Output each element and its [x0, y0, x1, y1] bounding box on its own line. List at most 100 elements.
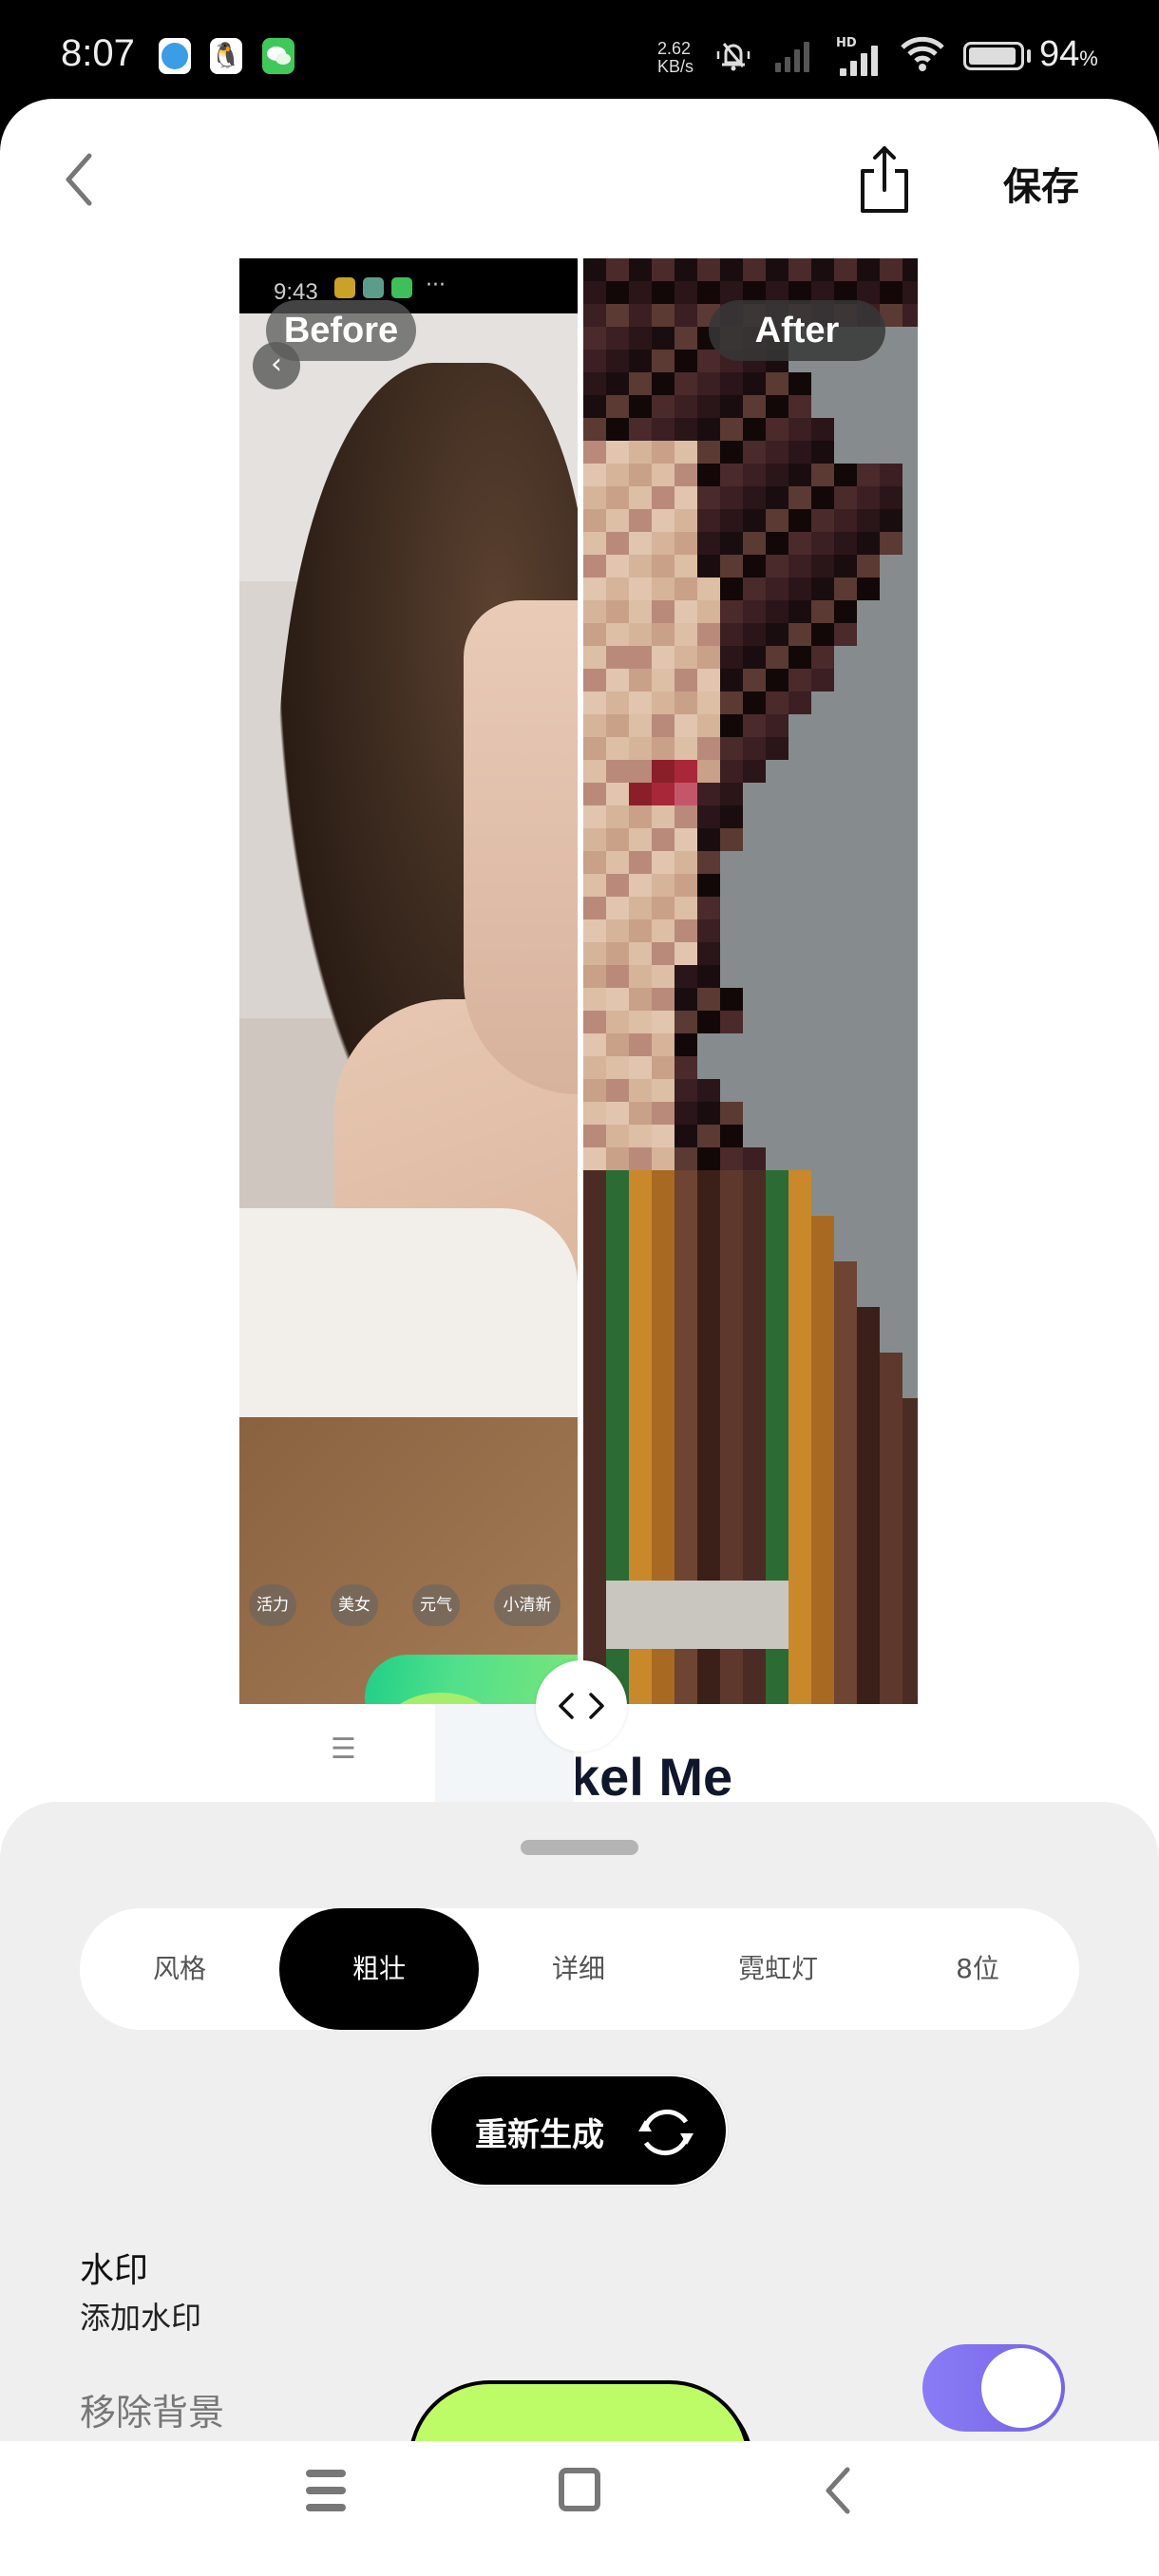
pixel-cell — [766, 1603, 788, 1626]
pixel-cell — [766, 646, 788, 669]
pixel-cell — [606, 258, 629, 281]
before-tag: 元气 — [412, 1584, 460, 1626]
pixel-cell — [788, 623, 811, 646]
pixel-cell — [766, 464, 788, 486]
pixel-cell — [652, 350, 674, 372]
pixel-cell — [834, 1649, 857, 1672]
pixel-cell — [583, 1535, 606, 1558]
pixel-cell — [629, 486, 652, 509]
pixel-cell — [583, 464, 606, 486]
pixel-cell — [766, 714, 788, 737]
pixel-cell — [629, 965, 652, 988]
pixel-cell — [766, 555, 788, 578]
pixel-cell — [674, 1558, 697, 1581]
pixel-cell — [697, 1489, 720, 1512]
pixel-cell — [674, 1581, 697, 1603]
pixel-cell — [880, 486, 902, 509]
pixel-cell — [720, 532, 743, 555]
tab-detailed[interactable]: 详细 — [479, 1908, 678, 2030]
pixel-cell — [629, 1398, 652, 1421]
pixel-cell — [629, 281, 652, 304]
share-button[interactable] — [855, 144, 914, 217]
pixel-cell — [606, 760, 629, 783]
pixel-cell — [902, 1444, 918, 1467]
compare-slider-handle[interactable] — [536, 1660, 627, 1752]
pixel-cell — [583, 691, 606, 714]
pixel-cell — [697, 578, 720, 600]
pixel-cell — [697, 919, 720, 942]
pixel-cell — [629, 805, 652, 828]
pixel-cell — [720, 1626, 743, 1649]
pixel-cell — [743, 1261, 766, 1284]
pixel-cell — [674, 441, 697, 464]
pixel-cell — [583, 783, 606, 805]
pixel-cell — [743, 1421, 766, 1444]
pixel-cell — [629, 988, 652, 1011]
pixel-cell — [720, 1489, 743, 1512]
pixel-cell — [583, 737, 606, 760]
pixel-cell — [766, 1375, 788, 1398]
pixel-cell — [674, 988, 697, 1011]
regenerate-button[interactable]: 重新生成 — [429, 2074, 728, 2187]
pixel-cell — [606, 555, 629, 578]
pixel-cell — [606, 897, 629, 919]
pixel-cell — [583, 1375, 606, 1398]
back-button[interactable] — [55, 146, 103, 213]
pixel-cell — [788, 1375, 811, 1398]
pixel-cell — [606, 1558, 629, 1581]
pixel-cell — [652, 1626, 674, 1649]
pixel-cell — [743, 418, 766, 441]
pixel-cell — [652, 646, 674, 669]
tab-neon[interactable]: 霓虹灯 — [678, 1908, 878, 2030]
pixel-cell — [697, 1284, 720, 1307]
tab-bold[interactable]: 粗壮 — [279, 1908, 479, 2030]
pixel-cell — [674, 1125, 697, 1147]
qq-icon: 🐧 — [210, 38, 242, 74]
home-icon[interactable] — [559, 2468, 600, 2511]
pixel-cell — [674, 1398, 697, 1421]
watermark-toggle[interactable] — [922, 2344, 1065, 2432]
tab-style[interactable]: 风格 — [80, 1908, 279, 2030]
pixel-cell — [652, 1398, 674, 1421]
pixel-cell — [834, 1558, 857, 1581]
pixel-cell — [857, 1626, 880, 1649]
pixel-cell — [811, 1535, 834, 1558]
pixel-cell — [834, 486, 857, 509]
menu-icon[interactable] — [306, 2470, 346, 2511]
pixel-cell — [743, 1626, 766, 1649]
tab-8bit[interactable]: 8位 — [878, 1908, 1077, 2030]
save-button[interactable]: 保存 — [1003, 156, 1079, 211]
refresh-icon — [638, 2109, 694, 2156]
pixel-cell — [674, 1695, 697, 1704]
pixel-cell — [583, 1626, 606, 1649]
pixel-cell — [652, 1193, 674, 1216]
pixel-cell — [720, 714, 743, 737]
pixel-cell — [629, 1375, 652, 1398]
pixel-cell — [606, 714, 629, 737]
compare-divider[interactable] — [578, 258, 583, 1704]
pixel-cell — [674, 1444, 697, 1467]
app-icon — [334, 277, 355, 298]
pixel-cell — [652, 532, 674, 555]
pixel-cell — [606, 350, 629, 372]
pixel-cell — [674, 1603, 697, 1626]
back-icon[interactable] — [819, 2464, 857, 2517]
pixel-cell — [674, 1056, 697, 1079]
pixel-cell — [766, 691, 788, 714]
pixel-cell — [583, 1147, 606, 1170]
pixel-cell — [697, 623, 720, 646]
pixel-cell — [766, 1444, 788, 1467]
pixel-cell — [720, 1102, 743, 1125]
pixel-cell — [583, 395, 606, 418]
pixel-cell — [652, 691, 674, 714]
pixel-cell — [629, 737, 652, 760]
pixel-cell — [743, 1535, 766, 1558]
drag-handle[interactable] — [521, 1840, 638, 1855]
pixel-cell — [880, 1626, 902, 1649]
before-after-compare[interactable]: 9:43 ··· ‹ 活力 美女 元气 小清新 ☰ Before After k… — [239, 258, 918, 1869]
pixel-cell — [766, 1649, 788, 1672]
pixel-cell — [697, 965, 720, 988]
pixel-cell — [629, 623, 652, 646]
pixel-cell — [606, 1170, 629, 1193]
pixel-cell — [834, 258, 857, 281]
